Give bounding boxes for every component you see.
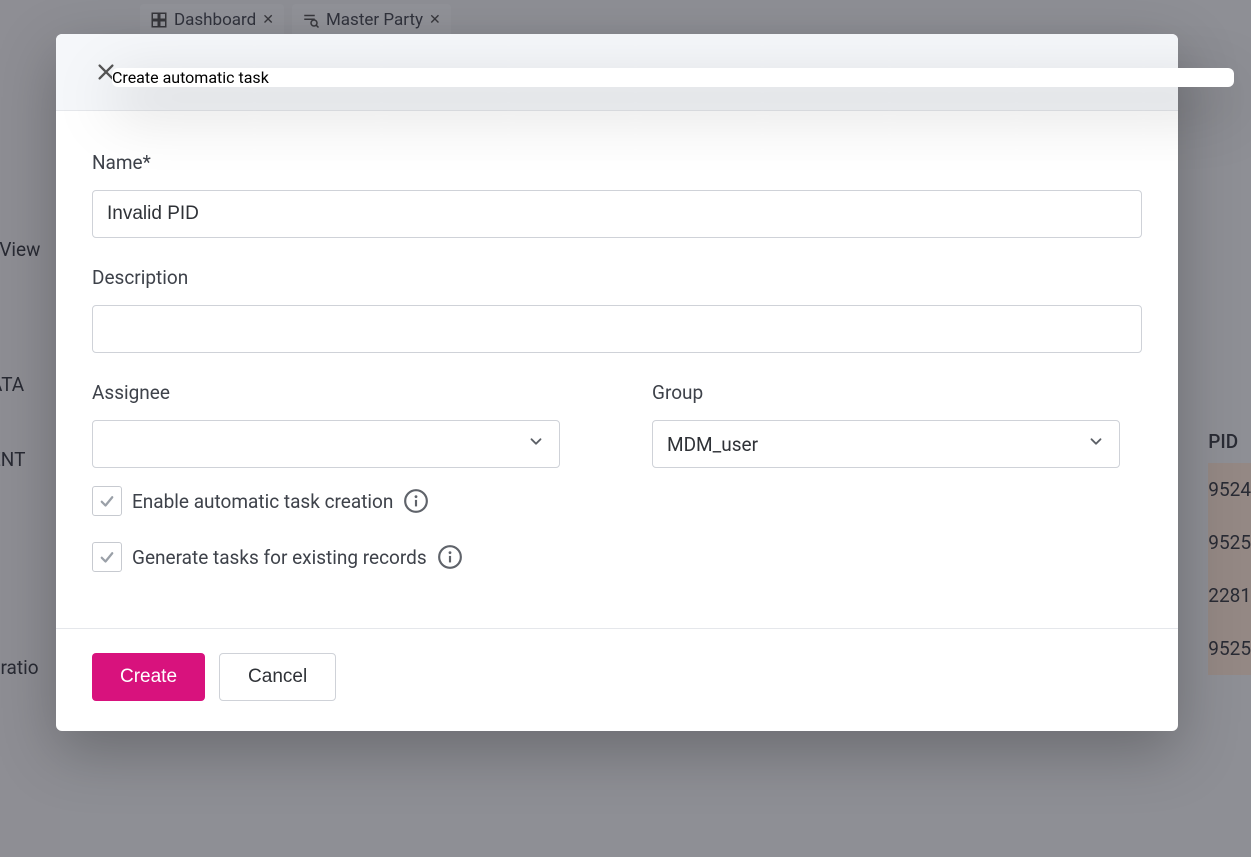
- name-input[interactable]: [92, 190, 1142, 238]
- group-label: Group: [652, 381, 1120, 404]
- create-automatic-task-modal: Create automatic task Name* Description …: [56, 34, 1178, 731]
- check-icon: [98, 548, 116, 566]
- cancel-button[interactable]: Cancel: [219, 653, 336, 701]
- assignee-label: Assignee: [92, 381, 560, 404]
- description-field: Description: [92, 266, 1142, 353]
- info-icon[interactable]: [403, 488, 429, 514]
- chevron-down-icon: [1087, 433, 1105, 456]
- modal-footer: Create Cancel: [56, 628, 1178, 731]
- info-icon[interactable]: [437, 544, 463, 570]
- name-label: Name*: [92, 151, 1142, 174]
- description-label: Description: [92, 266, 1142, 289]
- generate-existing-label: Generate tasks for existing records: [132, 546, 427, 569]
- group-field: Group MDM_user: [652, 381, 1120, 468]
- modal-header: Create automatic task: [56, 34, 1178, 111]
- modela-title: Create automatic task: [112, 68, 1234, 87]
- check-icon: [98, 492, 116, 510]
- description-input[interactable]: [92, 305, 1142, 353]
- chevron-down-icon: [527, 433, 545, 456]
- enable-auto-row: Enable automatic task creation: [92, 486, 1142, 516]
- generate-existing-checkbox[interactable]: [92, 542, 122, 572]
- enable-auto-label: Enable automatic task creation: [132, 490, 393, 513]
- enable-auto-checkbox[interactable]: [92, 486, 122, 516]
- assignee-select[interactable]: [92, 420, 560, 468]
- group-value: MDM_user: [667, 433, 758, 456]
- name-field: Name*: [92, 151, 1142, 238]
- assignee-field: Assignee: [92, 381, 560, 468]
- create-button[interactable]: Create: [92, 653, 205, 701]
- generate-existing-row: Generate tasks for existing records: [92, 542, 1142, 572]
- modal-body: Name* Description Assignee Group MDM_u: [56, 111, 1178, 628]
- group-select[interactable]: MDM_user: [652, 420, 1120, 468]
